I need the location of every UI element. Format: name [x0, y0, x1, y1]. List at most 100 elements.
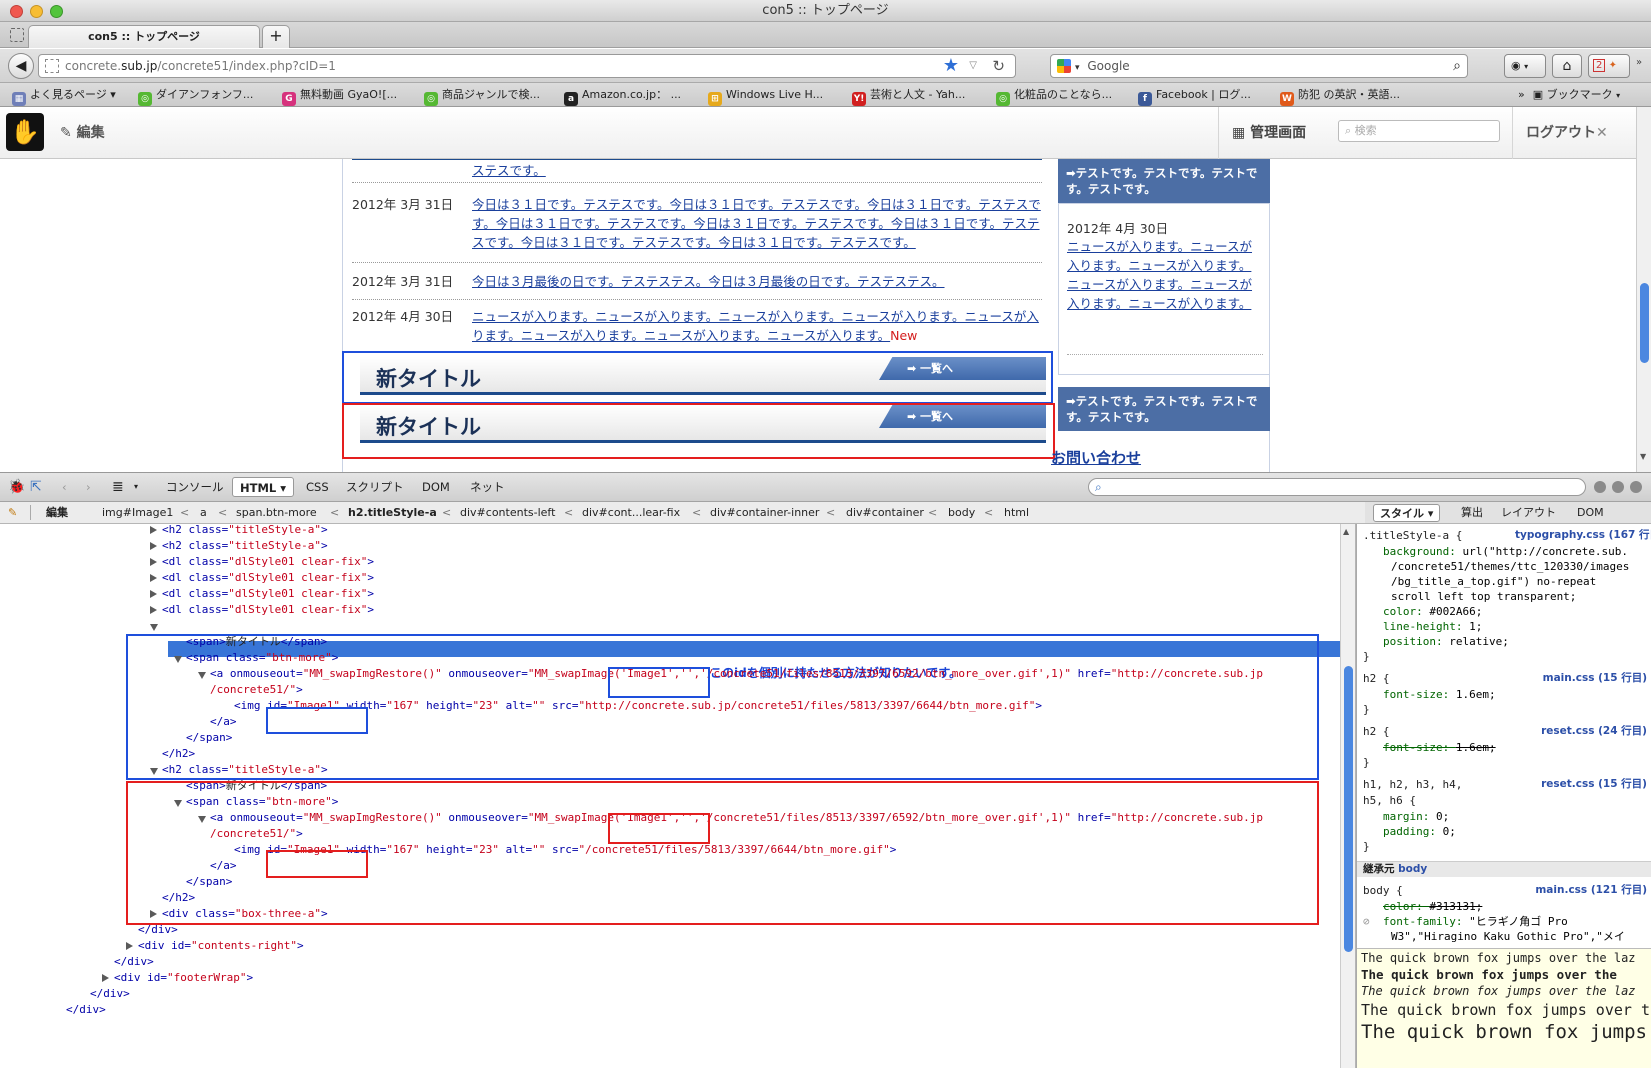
reload-icon[interactable]: ↻ — [992, 55, 1005, 77]
dropdown-arrow-icon[interactable]: ▽ — [969, 55, 977, 77]
bookmark-item[interactable]: ◎ 化粧品のことなら... — [996, 83, 1112, 106]
news-link[interactable]: 今日は３１日です。テステスです。今日は３１日です。テステスです。今日は３１日です… — [472, 195, 1042, 252]
overflow-arrow-icon[interactable]: » — [1636, 57, 1642, 68]
news-link[interactable]: ステスです。 — [472, 161, 1042, 180]
overflow-chevron-icon[interactable]: » — [1518, 88, 1525, 101]
css-declaration[interactable]: line-height: 1; — [1383, 619, 1482, 634]
expand-twisty-icon[interactable] — [150, 606, 157, 614]
tab-script[interactable]: スクリプト — [346, 473, 404, 501]
html-node-line[interactable]: </div> — [90, 986, 130, 1002]
firebug-icon[interactable]: 🐞 — [8, 473, 25, 501]
bookmark-item[interactable]: ◎ ダイアンフォンフ... — [138, 83, 253, 106]
tab-net[interactable]: ネット — [470, 473, 505, 501]
bookmark-item[interactable]: ▦ よく見るページ ▾ — [12, 83, 116, 106]
bookmarks-menu[interactable]: » ▣ ブックマーク ▾ — [1518, 83, 1620, 107]
breadcrumb-item[interactable]: span.btn-more — [236, 502, 317, 523]
tab-html[interactable]: HTML ▾ — [232, 477, 295, 497]
scrollbar-thumb[interactable] — [1640, 283, 1649, 363]
css-declaration[interactable]: position: relative; — [1383, 634, 1509, 649]
tab-dom[interactable]: DOM — [422, 473, 450, 501]
zoom-window-button[interactable] — [50, 5, 63, 18]
news-link[interactable]: ニュースが入ります。ニュースが入ります。ニュースが入ります。ニュースが入ります。… — [472, 309, 1039, 343]
expand-twisty-icon[interactable] — [150, 558, 157, 566]
css-declaration[interactable]: font-size: 1.6em; — [1383, 687, 1496, 702]
css-declaration[interactable]: color: #313131; — [1383, 899, 1482, 914]
css-declaration[interactable]: font-size: 1.6em; — [1383, 740, 1496, 755]
close-devtools-icon[interactable] — [1630, 481, 1642, 493]
bookmark-item[interactable]: f Facebook | ログ... — [1138, 83, 1251, 106]
css-declaration[interactable]: padding: 0; — [1383, 824, 1456, 839]
extension-button[interactable]: 2 ✦ — [1588, 54, 1630, 78]
collapse-twisty-icon[interactable] — [150, 624, 158, 631]
inspect-icon[interactable]: ⇱ — [30, 473, 42, 501]
tab-dom[interactable]: DOM — [1577, 502, 1604, 523]
edit-html-button[interactable]: 編集 — [46, 502, 68, 523]
html-node-line[interactable]: <h2 class="titleStyle-a"> — [162, 538, 328, 554]
tab-computed[interactable]: 算出 — [1461, 502, 1483, 523]
css-source-link[interactable]: main.css (121 行目) — [1515, 883, 1647, 898]
page-scrollbar[interactable]: ▼ — [1636, 107, 1651, 472]
forward-icon[interactable]: › — [86, 473, 91, 501]
bookmark-item[interactable]: W 防犯 の英訳・英語... — [1280, 83, 1400, 106]
bookmark-item[interactable]: G 無料動画 GyaO![... — [282, 83, 397, 106]
breadcrumb-item[interactable]: div#contents-left — [460, 502, 555, 523]
detach-devtools-icon[interactable] — [1612, 481, 1624, 493]
html-node-line[interactable]: <div id="contents-right"> — [138, 938, 304, 954]
css-source-link[interactable]: reset.css (24 行目) — [1515, 724, 1647, 739]
expand-twisty-icon[interactable] — [150, 590, 157, 598]
disabled-property-icon[interactable]: ⊘ — [1363, 914, 1370, 929]
css-declaration[interactable]: color: #002A66; — [1383, 604, 1482, 619]
bookmark-item[interactable]: ⊞ Windows Live H... — [708, 83, 823, 106]
url-bar[interactable]: concrete.sub.jp/concrete51/index.php?cID… — [38, 54, 1016, 78]
tab-console[interactable]: コンソール — [166, 473, 224, 501]
engine-dropdown-icon[interactable]: ▾ — [1075, 63, 1080, 73]
html-node-line[interactable]: <dl class="dlStyle01 clear-fix"> — [162, 586, 374, 602]
breadcrumb-item[interactable]: html — [1004, 502, 1029, 523]
breadcrumb-item[interactable]: div#container-inner — [710, 502, 819, 523]
css-declaration[interactable]: ⊘ font-family: "ヒラギノ角ゴ Pro — [1363, 914, 1568, 929]
google-engine-icon[interactable] — [1057, 59, 1071, 73]
scroll-up-icon[interactable]: ▲ — [1343, 527, 1349, 536]
expand-twisty-icon[interactable] — [150, 526, 157, 534]
back-button[interactable]: ◀ — [8, 53, 34, 79]
minimize-devtools-icon[interactable] — [1594, 481, 1606, 493]
tab-css[interactable]: CSS — [306, 473, 329, 501]
news-link[interactable]: 今日は３月最後の日です。テステステス。今日は３月最後の日です。テステステス。 — [472, 272, 1042, 291]
html-node-line[interactable]: <div id="footerWrap"> — [114, 970, 253, 986]
menu-icon[interactable]: ≣ — [112, 473, 124, 501]
search-magnifier-icon[interactable]: ⌕ — [1453, 55, 1461, 77]
breadcrumb-item-selected[interactable]: h2.titleStyle-a — [348, 502, 437, 523]
dashboard-button[interactable]: ▦ 管理画面 — [1232, 122, 1306, 142]
tab-con5[interactable]: con5 :: トップページ — [28, 25, 260, 48]
minimize-window-button[interactable] — [30, 5, 43, 18]
html-pane-scrollbar[interactable]: ▲ — [1340, 524, 1356, 1068]
html-node-line[interactable]: <dl class="dlStyle01 clear-fix"> — [162, 602, 374, 618]
edit-icon[interactable]: ✎ — [8, 502, 17, 523]
breadcrumb-item[interactable]: div#container — [846, 502, 924, 523]
expand-twisty-icon[interactable] — [102, 974, 109, 982]
breadcrumb-item[interactable]: a — [200, 502, 207, 523]
breadcrumb-item[interactable]: img#Image1 — [102, 502, 173, 523]
bookmark-item[interactable]: ◎ 商品ジャンルで検... — [424, 83, 540, 106]
sidebar-news-link[interactable]: ニュースが入ります。ニュースが入ります。ニュースが入ります。ニュースが入ります。… — [1067, 237, 1255, 313]
concrete5-logo-icon[interactable]: ✋ — [6, 113, 44, 151]
tab-layout[interactable]: レイアウト — [1501, 502, 1556, 523]
html-node-line[interactable]: <h2 class="titleStyle-a"> — [162, 524, 328, 538]
css-source-link[interactable]: typography.css (167 行目) — [1515, 528, 1651, 543]
expand-twisty-icon[interactable] — [150, 574, 157, 582]
bookmark-item[interactable]: Y! 芸術と人文 - Yah... — [852, 83, 965, 106]
html-node-line[interactable]: </div> — [66, 1002, 106, 1018]
logout-button[interactable]: ログアウト✕ — [1526, 122, 1608, 142]
expand-twisty-icon[interactable] — [126, 942, 133, 950]
scrollbar-thumb[interactable] — [1344, 666, 1353, 952]
css-declaration[interactable]: background: url("http://concrete.sub. — [1383, 544, 1628, 559]
new-tab-button[interactable]: + — [262, 25, 290, 48]
css-source-link[interactable]: reset.css (15 行目) — [1515, 777, 1647, 792]
scroll-down-icon[interactable]: ▼ — [1640, 452, 1646, 461]
breadcrumb-item[interactable]: body — [948, 502, 975, 523]
inherited-element-link[interactable]: body — [1398, 863, 1427, 875]
devtools-search-input[interactable]: ⌕ — [1088, 478, 1586, 496]
bookmark-star-icon[interactable]: ★ — [943, 55, 959, 77]
back-icon[interactable]: ‹ — [62, 473, 67, 501]
html-node-line[interactable]: <dl class="dlStyle01 clear-fix"> — [162, 570, 374, 586]
